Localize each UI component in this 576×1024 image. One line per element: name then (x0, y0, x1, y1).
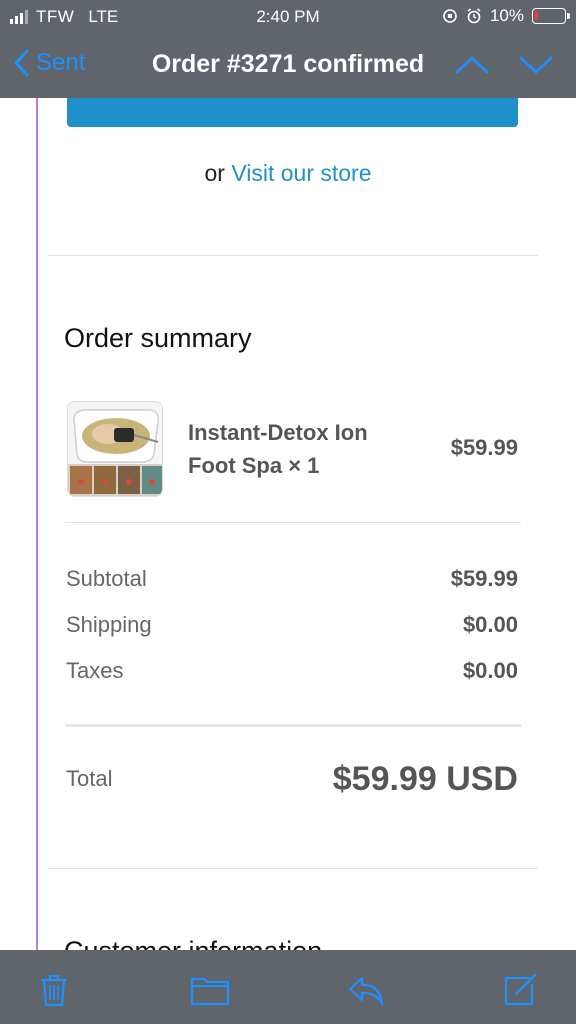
alarm-icon (467, 8, 481, 24)
previous-message-button[interactable] (454, 50, 490, 80)
status-bar-right: 10% (442, 6, 570, 26)
section-divider (48, 868, 538, 869)
visit-store-link[interactable]: Visit our store (231, 160, 371, 186)
or-text: or (204, 160, 225, 186)
compose-icon (504, 973, 537, 1006)
product-name: Instant-Detox Ion Foot Spa × 1 (188, 420, 368, 478)
summary-divider (65, 522, 521, 523)
order-summary-title: Order summary (64, 323, 252, 353)
total-divider (65, 724, 521, 727)
view-order-button[interactable] (67, 98, 518, 127)
product-image[interactable] (67, 401, 163, 497)
chevron-up-icon (455, 56, 489, 74)
section-divider (48, 255, 538, 256)
product-price: $59.99 (450, 435, 518, 460)
header: TFW LTE 2:40 PM 10% Sent Order #3271 con… (0, 0, 576, 98)
chevron-down-icon (519, 56, 553, 74)
battery-level (535, 11, 538, 20)
next-message-button[interactable] (518, 50, 554, 80)
status-bar: TFW LTE 2:40 PM 10% (0, 0, 576, 32)
thread-line (36, 98, 38, 950)
subtotal-value: $59.99 (450, 566, 518, 591)
reply-icon (348, 976, 384, 1006)
folder-icon (190, 977, 230, 1006)
shipping-label: Shipping (66, 612, 152, 637)
foot-spa-image-icon (68, 402, 162, 496)
compose-button[interactable] (500, 970, 540, 1010)
store-link-line: or Visit our store (0, 160, 576, 187)
trash-button[interactable] (34, 970, 74, 1010)
battery-icon (532, 8, 570, 24)
subtotal-label: Subtotal (66, 566, 147, 591)
nav-bar: Sent Order #3271 confirmed (0, 32, 576, 98)
customer-info-title: Customer information (64, 936, 322, 950)
email-body[interactable]: or Visit our store Order summary Instant… (0, 98, 576, 950)
total-value: $59.99 USD (332, 760, 518, 798)
taxes-value: $0.00 (462, 658, 518, 683)
orientation-lock-icon (443, 9, 457, 23)
shipping-value: $0.00 (462, 612, 518, 637)
battery-percent: 10% (489, 6, 524, 25)
taxes-label: Taxes (66, 658, 124, 683)
total-label: Total (66, 766, 113, 791)
bottom-toolbar (0, 950, 576, 1024)
reply-button[interactable] (346, 970, 386, 1010)
move-to-folder-button[interactable] (190, 970, 230, 1010)
trash-icon (40, 975, 68, 1007)
